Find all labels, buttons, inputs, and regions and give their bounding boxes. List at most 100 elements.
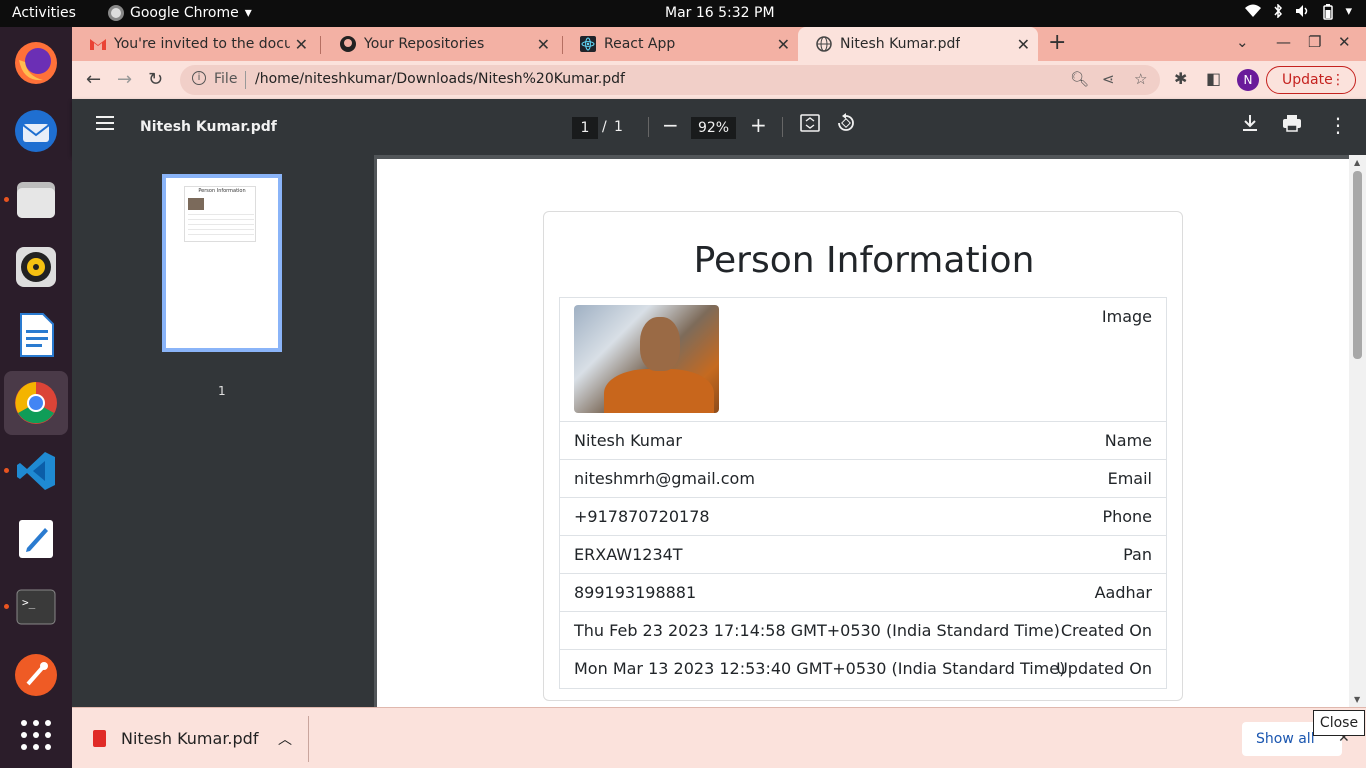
profile-avatar[interactable]: N: [1237, 69, 1259, 91]
show-applications-button[interactable]: [4, 703, 68, 767]
tab-title: You're invited to the docu: [114, 36, 290, 52]
chrome-icon: [108, 5, 124, 21]
power-menu-chevron-icon: ▾: [1345, 4, 1352, 19]
total-pages: 1: [614, 119, 623, 135]
scroll-down-icon[interactable]: ▼: [1354, 695, 1360, 704]
react-icon: [580, 36, 596, 52]
table-row-name: Nitesh Kumar Name: [560, 422, 1166, 460]
row-label: Name: [1104, 431, 1152, 450]
tab-search-icon[interactable]: ⌄: [1236, 33, 1249, 51]
tab-github[interactable]: Your Repositories ✕: [322, 27, 558, 61]
github-icon: [340, 36, 356, 52]
info-table: Image Nitesh Kumar Name niteshmrh@gmail.…: [559, 297, 1167, 689]
table-row-phone: +917870720178 Phone: [560, 498, 1166, 536]
update-label: Update: [1282, 72, 1333, 88]
more-options-icon[interactable]: ⋮: [1328, 113, 1348, 137]
profile-photo: [574, 305, 719, 413]
battery-icon: [1323, 4, 1334, 24]
tab-title: Your Repositories: [364, 36, 485, 52]
close-tab-icon[interactable]: ✕: [777, 35, 790, 54]
thumbnail-line: [188, 224, 254, 225]
zoom-level-input[interactable]: 92%: [691, 117, 736, 139]
dock-text-editor[interactable]: [4, 507, 68, 571]
scroll-up-icon[interactable]: ▲: [1354, 158, 1360, 167]
dock-terminal[interactable]: >_: [4, 575, 68, 639]
wifi-icon: [1245, 4, 1262, 24]
bluetooth-icon: [1273, 3, 1283, 24]
app-menu[interactable]: Google Chrome ▾: [108, 5, 252, 21]
dock-vscode[interactable]: [4, 439, 68, 503]
zoom-in-icon[interactable]: +: [750, 113, 767, 137]
activities-button[interactable]: Activities: [12, 5, 76, 21]
close-tab-icon[interactable]: ✕: [1017, 35, 1030, 54]
row-value: ERXAW1234T: [574, 545, 683, 564]
close-window-icon[interactable]: ✕: [1338, 33, 1351, 51]
app-grid-icon: [13, 712, 59, 758]
row-label: Pan: [1123, 545, 1152, 564]
share-icon[interactable]: ⋖: [1102, 70, 1115, 88]
row-value: Mon Mar 13 2023 12:53:40 GMT+0530 (India…: [574, 659, 1066, 678]
dock: >_: [0, 27, 72, 768]
row-value: 899193198881: [574, 583, 697, 602]
dock-firefox[interactable]: [4, 31, 68, 95]
forward-arrow-icon[interactable]: →: [117, 69, 132, 90]
divider: [648, 117, 649, 137]
download-item-name[interactable]: Nitesh Kumar.pdf: [121, 729, 258, 748]
dock-thunderbird[interactable]: [4, 99, 68, 163]
chevron-up-icon[interactable]: ︿: [278, 729, 292, 749]
download-icon[interactable]: [1242, 113, 1258, 137]
reload-icon[interactable]: ↻: [148, 69, 163, 90]
system-top-bar: Activities Google Chrome ▾ Mar 16 5:32 P…: [0, 0, 1366, 27]
divider: [782, 117, 783, 137]
vscode-icon: [13, 448, 59, 494]
back-arrow-icon[interactable]: ←: [86, 69, 101, 90]
rotate-icon[interactable]: [836, 113, 856, 138]
fit-to-page-icon[interactable]: [800, 113, 820, 137]
page-title: Person Information: [693, 240, 1035, 281]
thumbnail-line: [188, 234, 254, 235]
print-icon[interactable]: [1282, 113, 1302, 137]
bookmark-star-icon[interactable]: ☆: [1134, 70, 1147, 88]
table-row-pan: ERXAW1234T Pan: [560, 536, 1166, 574]
info-icon[interactable]: i: [192, 71, 206, 85]
vertical-scrollbar[interactable]: ▲ ▼: [1349, 155, 1366, 707]
thumbnail-line: [188, 219, 254, 220]
more-vert-icon: ⋮: [1331, 72, 1345, 88]
restore-icon[interactable]: ❐: [1308, 33, 1321, 51]
zoom-out-icon[interactable]: −: [662, 113, 679, 137]
globe-icon: [816, 36, 832, 52]
pdf-file-icon: [93, 730, 106, 747]
app-menu-label: Google Chrome: [130, 5, 239, 21]
tab-react-app[interactable]: React App ✕: [562, 27, 798, 61]
tab-title: React App: [604, 36, 676, 52]
close-tab-icon[interactable]: ✕: [537, 35, 550, 54]
zoom-icon[interactable]: 🔍︎: [1070, 70, 1089, 88]
files-icon: [13, 176, 59, 222]
side-panel-icon[interactable]: ◧: [1206, 69, 1221, 88]
tab-gmail[interactable]: You're invited to the docu ✕: [72, 27, 316, 61]
sidebar-menu-icon[interactable]: [96, 116, 114, 134]
dock-libreoffice-writer[interactable]: [4, 303, 68, 367]
row-value: Nitesh Kumar: [574, 431, 682, 450]
table-row-aadhar: 899193198881 Aadhar: [560, 574, 1166, 612]
tab-nitesh-kumar-pdf[interactable]: Nitesh Kumar.pdf ✕: [798, 27, 1038, 61]
close-tab-icon[interactable]: ✕: [295, 35, 308, 54]
page-thumbnail[interactable]: Person Information: [162, 174, 282, 352]
scrollbar-thumb[interactable]: [1353, 171, 1362, 359]
dock-google-chrome[interactable]: [4, 371, 68, 435]
thumbnail-sidebar: Person Information 1: [72, 155, 374, 707]
extensions-icon[interactable]: ✱: [1174, 69, 1187, 88]
clock[interactable]: Mar 16 5:32 PM: [665, 5, 775, 21]
dock-postman[interactable]: [4, 643, 68, 707]
dock-files[interactable]: [4, 167, 68, 231]
photo-face: [640, 317, 680, 371]
system-tray[interactable]: ▾: [1245, 3, 1352, 24]
update-button[interactable]: Update ⋮: [1266, 66, 1356, 94]
dock-rhythmbox[interactable]: [4, 235, 68, 299]
new-tab-button[interactable]: +: [1048, 30, 1066, 55]
pdf-page: Person Information Image Nitesh Kumar Na…: [377, 159, 1349, 707]
address-bar[interactable]: i File /home/niteshkumar/Downloads/Nites…: [180, 65, 1160, 95]
page-number-input[interactable]: 1: [572, 117, 598, 139]
minimize-icon[interactable]: —: [1276, 33, 1291, 51]
url-text[interactable]: /home/niteshkumar/Downloads/Nitesh%20Kum…: [255, 71, 625, 87]
